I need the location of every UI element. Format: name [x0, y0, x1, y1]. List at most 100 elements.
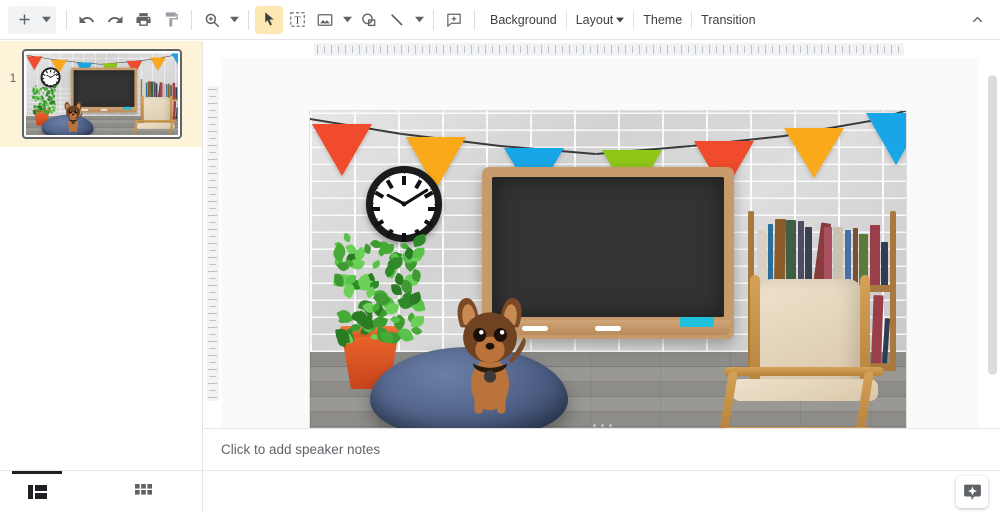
ruler-tick — [814, 46, 815, 53]
layout-button[interactable]: Layout — [567, 8, 634, 32]
text-box-button[interactable]: T — [283, 6, 311, 34]
speaker-notes-panel[interactable]: Click to add speaker notes — [204, 428, 1000, 470]
collapse-menus-button[interactable] — [962, 5, 992, 35]
ruler-tick — [208, 313, 217, 314]
bunting-flag — [150, 57, 166, 70]
clock-center-pin — [50, 77, 51, 78]
undo-button[interactable] — [73, 6, 101, 34]
shape-button[interactable] — [355, 6, 383, 34]
ruler-tick — [667, 45, 668, 54]
clock-hour-mark — [402, 176, 406, 185]
toolbar-divider — [474, 10, 475, 30]
ruler-tick — [457, 45, 458, 54]
ruler-tick — [758, 46, 759, 53]
new-slide-group[interactable] — [8, 6, 56, 34]
ruler-tick — [856, 46, 857, 53]
dog-leg — [474, 393, 483, 414]
vertical-ruler[interactable] — [204, 58, 221, 428]
ruler-tick — [209, 194, 216, 195]
line-icon — [388, 11, 406, 29]
ruler-tick — [443, 45, 444, 54]
ruler-tick — [208, 299, 217, 300]
theme-button[interactable]: Theme — [634, 8, 691, 32]
image-dropdown[interactable] — [339, 6, 355, 34]
dog-eye-right — [74, 110, 77, 114]
zoom-dropdown[interactable] — [226, 6, 242, 34]
ruler-tick — [209, 250, 216, 251]
ruler-tick — [723, 45, 724, 54]
add-comment-button[interactable] — [440, 6, 468, 34]
ruler-tick — [877, 45, 878, 54]
ruler-tick — [730, 46, 731, 53]
ruler-tick — [681, 45, 682, 54]
ruler-tick — [208, 117, 217, 118]
explore-icon — [962, 482, 983, 503]
ruler-tick — [450, 46, 451, 53]
ruler-tick — [208, 89, 217, 90]
explore-button[interactable] — [956, 476, 988, 508]
ruler-tick — [209, 110, 216, 111]
ruler-tick — [209, 180, 216, 181]
ruler-tick — [317, 45, 318, 54]
ruler-tick — [597, 45, 598, 54]
ruler-tick — [208, 187, 217, 188]
plus-icon — [16, 11, 33, 28]
bunting-flag — [172, 54, 178, 68]
slide-canvas[interactable] — [310, 111, 906, 428]
dog-leg — [69, 127, 71, 132]
slide-thumbnail-scene — [26, 53, 178, 135]
slide-thumbnail[interactable] — [22, 49, 182, 139]
slide-stage[interactable] — [221, 58, 979, 428]
ruler-tick — [632, 46, 633, 53]
speaker-notes-placeholder[interactable]: Click to add speaker notes — [221, 442, 380, 457]
grid-view-button[interactable] — [118, 475, 168, 509]
ruler-tick — [660, 46, 661, 53]
ruler-tick — [471, 45, 472, 54]
ruler-tick — [688, 46, 689, 53]
ruler-tick — [527, 45, 528, 54]
clock-hour-mark — [402, 233, 406, 242]
ruler-tick — [807, 45, 808, 54]
filmstrip-view-icon — [28, 484, 47, 500]
transition-button[interactable]: Transition — [692, 8, 764, 32]
line-button[interactable] — [383, 6, 411, 34]
filmstrip-slide-1[interactable]: 1 — [0, 41, 202, 147]
notes-resize-handle[interactable] — [204, 422, 1000, 429]
ruler-tick — [331, 45, 332, 54]
zoom-button[interactable] — [198, 6, 226, 34]
new-slide-dropdown[interactable] — [38, 6, 54, 34]
ruler-tick — [779, 45, 780, 54]
ruler-tick — [821, 45, 822, 54]
chihuahua-dog — [438, 289, 542, 419]
scrollbar-thumb[interactable] — [988, 75, 997, 375]
ruler-tick — [394, 46, 395, 53]
book — [833, 227, 843, 285]
ruler-tick — [209, 152, 216, 153]
ruler-tick — [765, 45, 766, 54]
slide-canvas[interactable] — [26, 53, 178, 135]
filmstrip-view-button[interactable] — [12, 475, 62, 509]
horizontal-ruler[interactable] — [204, 41, 1000, 58]
ruler-tick — [324, 46, 325, 53]
insert-image-button[interactable] — [311, 6, 339, 34]
ruler-tick — [849, 45, 850, 54]
chevron-down-icon — [42, 15, 51, 24]
book — [824, 227, 832, 285]
new-slide-button[interactable] — [10, 6, 38, 34]
ruler-tick — [209, 306, 216, 307]
select-tool-button[interactable] — [255, 6, 283, 34]
ruler-tick — [387, 45, 388, 54]
ruler-tick — [208, 355, 217, 356]
ruler-tick — [744, 46, 745, 53]
vertical-scrollbar[interactable] — [988, 63, 997, 421]
ruler-tick — [208, 103, 217, 104]
ruler-tick — [208, 257, 217, 258]
background-button[interactable]: Background — [481, 8, 566, 32]
ruler-tick — [716, 46, 717, 53]
print-button[interactable] — [129, 6, 157, 34]
line-dropdown[interactable] — [411, 6, 427, 34]
redo-icon — [106, 11, 124, 29]
svg-text:T: T — [294, 15, 301, 26]
redo-button[interactable] — [101, 6, 129, 34]
paint-format-button[interactable] — [157, 6, 185, 34]
